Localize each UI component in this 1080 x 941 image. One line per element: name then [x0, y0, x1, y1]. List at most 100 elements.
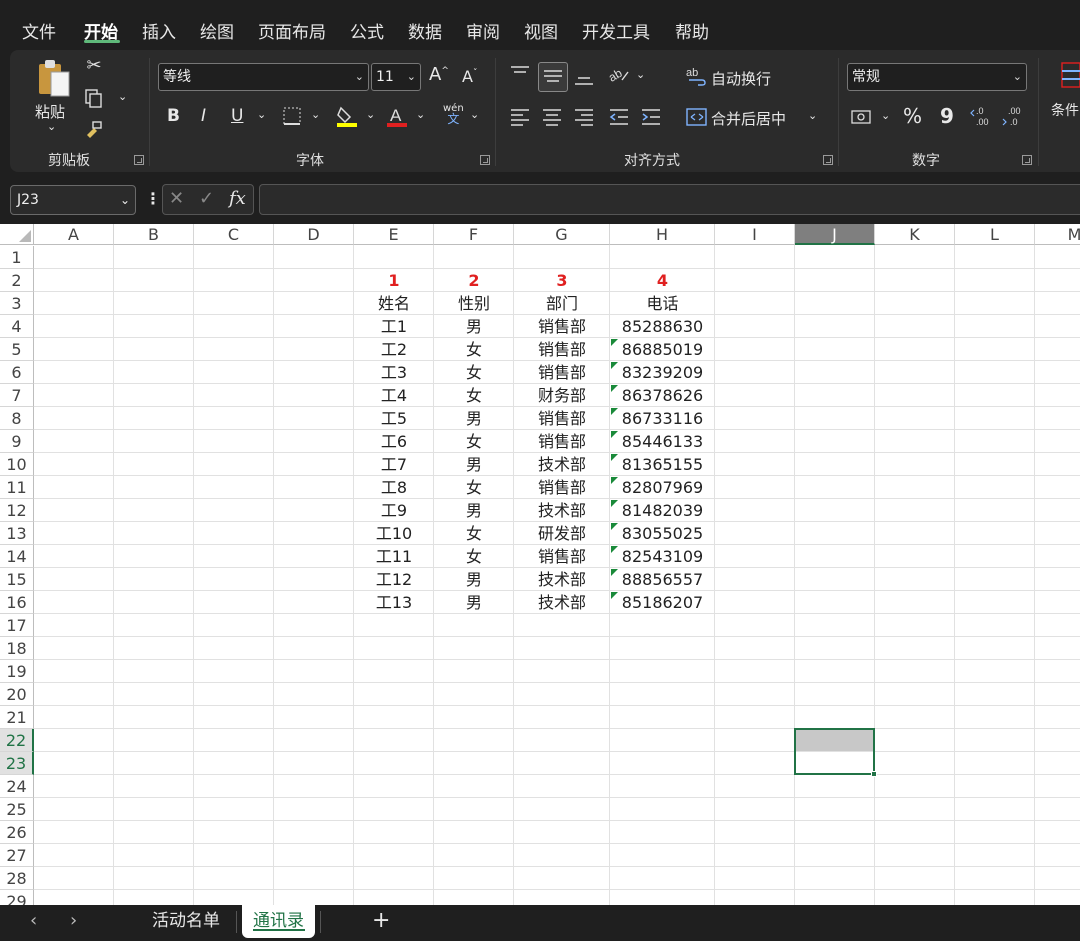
merge-chevron-icon[interactable]: ⌄: [808, 109, 817, 122]
fill-handle[interactable]: [871, 771, 877, 777]
table-cell[interactable]: 工11: [354, 545, 434, 568]
name-box[interactable]: J23 ⌄: [10, 185, 136, 215]
font-color-icon[interactable]: A: [386, 104, 408, 133]
phonetic-guide-icon[interactable]: wén 文: [443, 104, 464, 126]
merge-center-icon[interactable]: [686, 107, 708, 132]
alignment-launcher-icon[interactable]: [823, 155, 833, 165]
row-header-7[interactable]: 7: [0, 384, 34, 407]
error-indicator-icon[interactable]: [611, 362, 618, 369]
row-header-13[interactable]: 13: [0, 522, 34, 545]
row-header-2[interactable]: 2: [0, 269, 34, 292]
header-cell[interactable]: 性别: [434, 292, 514, 315]
phonetic-chevron-icon[interactable]: ⌄: [470, 108, 479, 121]
table-cell[interactable]: 技术部: [514, 591, 610, 614]
insert-function-icon[interactable]: fx: [229, 188, 246, 209]
row-header-9[interactable]: 9: [0, 430, 34, 453]
align-bottom-icon[interactable]: [573, 66, 595, 93]
row-header-15[interactable]: 15: [0, 568, 34, 591]
percent-icon[interactable]: %: [903, 104, 922, 128]
paste-icon[interactable]: [34, 58, 74, 98]
menu-item-0[interactable]: 文件: [22, 18, 56, 43]
conditional-format-button[interactable]: 条件: [1051, 100, 1079, 120]
error-indicator-icon[interactable]: [611, 500, 618, 507]
column-header-G[interactable]: G: [514, 224, 610, 245]
align-top-icon[interactable]: [509, 64, 531, 89]
table-cell[interactable]: 工9: [354, 499, 434, 522]
font-launcher-icon[interactable]: [480, 155, 490, 165]
align-left-icon[interactable]: [509, 107, 531, 132]
row-header-25[interactable]: 25: [0, 798, 34, 821]
table-cell[interactable]: 81482039: [610, 499, 715, 522]
menu-item-6[interactable]: 数据: [408, 18, 442, 43]
column-header-C[interactable]: C: [194, 224, 274, 245]
menu-item-3[interactable]: 绘图: [200, 18, 234, 43]
fill-color-icon[interactable]: [336, 104, 358, 133]
table-cell[interactable]: 男: [434, 453, 514, 476]
menu-item-7[interactable]: 审阅: [466, 18, 500, 43]
column-number-cell[interactable]: 3: [514, 269, 610, 292]
border-chevron-icon[interactable]: ⌄: [311, 108, 320, 121]
orientation-chevron-icon[interactable]: ⌄: [636, 68, 645, 81]
table-cell[interactable]: 工10: [354, 522, 434, 545]
table-cell[interactable]: 销售部: [514, 407, 610, 430]
table-cell[interactable]: 88856557: [610, 568, 715, 591]
header-cell[interactable]: 姓名: [354, 292, 434, 315]
accounting-chevron-icon[interactable]: ⌄: [881, 109, 890, 122]
row-header-28[interactable]: 28: [0, 867, 34, 890]
column-header-D[interactable]: D: [274, 224, 354, 245]
wrap-text-icon[interactable]: ab: [686, 66, 708, 91]
table-cell[interactable]: 女: [434, 545, 514, 568]
table-cell[interactable]: 女: [434, 476, 514, 499]
prev-sheet-icon[interactable]: ‹: [30, 910, 37, 931]
row-header-19[interactable]: 19: [0, 660, 34, 683]
row-header-16[interactable]: 16: [0, 591, 34, 614]
number-format-dropdown[interactable]: 常规 ⌄: [847, 63, 1027, 91]
clipboard-launcher-icon[interactable]: [134, 155, 144, 165]
table-cell[interactable]: 销售部: [514, 430, 610, 453]
table-cell[interactable]: 工6: [354, 430, 434, 453]
table-cell[interactable]: 85288630: [610, 315, 715, 338]
menu-item-10[interactable]: 帮助: [675, 18, 709, 43]
table-cell[interactable]: 工3: [354, 361, 434, 384]
row-header-24[interactable]: 24: [0, 775, 34, 798]
select-all-corner[interactable]: [0, 224, 34, 245]
add-sheet-button[interactable]: +: [372, 908, 390, 933]
row-header-8[interactable]: 8: [0, 407, 34, 430]
underline-icon[interactable]: U: [231, 106, 243, 126]
column-header-H[interactable]: H: [610, 224, 715, 245]
row-header-26[interactable]: 26: [0, 821, 34, 844]
menu-item-4[interactable]: 页面布局: [258, 18, 326, 43]
header-cell[interactable]: 电话: [610, 292, 715, 315]
table-cell[interactable]: 技术部: [514, 499, 610, 522]
next-sheet-icon[interactable]: ›: [70, 910, 77, 931]
conditional-format-icon[interactable]: [1061, 62, 1080, 93]
fill-color-chevron-icon[interactable]: ⌄: [366, 108, 375, 121]
enter-icon[interactable]: ✓: [199, 188, 214, 209]
table-cell[interactable]: 销售部: [514, 361, 610, 384]
decrease-font-icon[interactable]: Aˇ: [462, 67, 477, 86]
accounting-format-icon[interactable]: [851, 108, 875, 131]
row-header-14[interactable]: 14: [0, 545, 34, 568]
table-cell[interactable]: 82807969: [610, 476, 715, 499]
bold-icon[interactable]: B: [167, 106, 180, 126]
increase-font-icon[interactable]: A^: [429, 64, 449, 85]
column-number-cell[interactable]: 4: [610, 269, 715, 292]
table-cell[interactable]: 工2: [354, 338, 434, 361]
table-cell[interactable]: 销售部: [514, 545, 610, 568]
border-icon[interactable]: [282, 106, 302, 131]
error-indicator-icon[interactable]: [611, 477, 618, 484]
table-cell[interactable]: 工1: [354, 315, 434, 338]
table-cell[interactable]: 女: [434, 384, 514, 407]
table-cell[interactable]: 男: [434, 499, 514, 522]
table-cell[interactable]: 男: [434, 315, 514, 338]
error-indicator-icon[interactable]: [611, 523, 618, 530]
table-cell[interactable]: 85186207: [610, 591, 715, 614]
column-header-L[interactable]: L: [955, 224, 1035, 245]
copy-chevron-icon[interactable]: ⌄: [118, 90, 127, 103]
increase-indent-icon[interactable]: [640, 107, 662, 132]
column-header-M[interactable]: M: [1035, 224, 1080, 245]
error-indicator-icon[interactable]: [611, 592, 618, 599]
formula-input[interactable]: [259, 184, 1080, 215]
table-cell[interactable]: 销售部: [514, 476, 610, 499]
table-cell[interactable]: 工8: [354, 476, 434, 499]
